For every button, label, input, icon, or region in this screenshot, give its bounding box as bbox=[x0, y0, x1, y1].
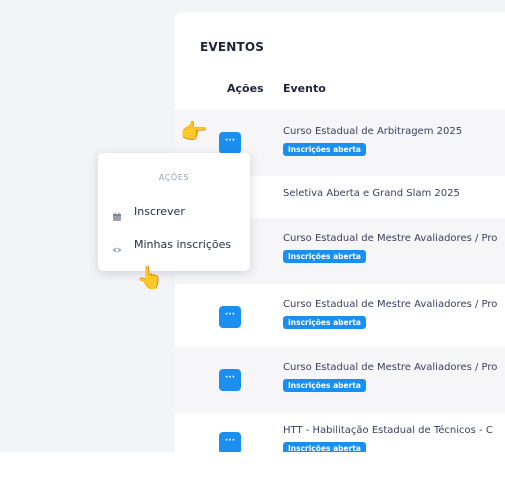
status-badge: Inscrições aberta bbox=[283, 379, 366, 392]
menu-header: AÇÕES bbox=[158, 173, 190, 182]
menu-item-label: Minhas inscrições bbox=[134, 238, 232, 251]
column-header-evento: Evento bbox=[283, 82, 326, 95]
status-badge: Inscrições aberta bbox=[283, 442, 366, 452]
row-actions-button[interactable]: ··· bbox=[219, 306, 241, 328]
row-actions-button[interactable]: ··· bbox=[219, 369, 241, 391]
calendar-icon bbox=[112, 207, 122, 221]
event-name[interactable]: HTT - Habilitação Estadual de Técnicos -… bbox=[283, 425, 493, 436]
table-row: ··· Curso Estadual de Mestre Avaliadores… bbox=[175, 284, 505, 350]
pointing-up-hand-icon: 👆 bbox=[136, 266, 164, 291]
event-name[interactable]: Curso Estadual de Mestre Avaliadores / P… bbox=[283, 362, 497, 373]
menu-item-label: Inscrever bbox=[134, 205, 185, 218]
status-badge: Inscrições aberta bbox=[283, 143, 366, 156]
status-badge: Inscrições aberta bbox=[283, 316, 366, 329]
status-badge: Inscrições aberta bbox=[283, 250, 366, 263]
column-header-acoes: Ações bbox=[227, 82, 264, 95]
actions-dropdown-menu: AÇÕES Inscrever Minhas inscrições bbox=[98, 153, 250, 271]
event-name[interactable]: Seletiva Aberta e Grand Slam 2025 bbox=[283, 188, 460, 199]
row-actions-button[interactable]: ··· bbox=[219, 432, 241, 452]
table-row: ··· HTT - Habilitação Estadual de Técnic… bbox=[175, 410, 505, 452]
row-actions-button[interactable]: ··· bbox=[219, 132, 241, 154]
pointing-right-hand-icon: 👉 bbox=[180, 120, 208, 145]
menu-item-minhas-inscricoes[interactable]: Minhas inscrições bbox=[98, 236, 250, 258]
table-row: ··· Curso Estadual de Mestre Avaliadores… bbox=[175, 347, 505, 413]
event-name[interactable]: Curso Estadual de Mestre Avaliadores / P… bbox=[283, 233, 497, 244]
menu-item-inscrever[interactable]: Inscrever bbox=[98, 203, 250, 225]
page-bottom-area bbox=[0, 452, 505, 479]
eye-icon bbox=[112, 240, 122, 253]
event-name[interactable]: Curso Estadual de Arbitragem 2025 bbox=[283, 126, 462, 137]
event-name[interactable]: Curso Estadual de Mestre Avaliadores / P… bbox=[283, 299, 497, 310]
card-title: EVENTOS bbox=[200, 40, 265, 54]
